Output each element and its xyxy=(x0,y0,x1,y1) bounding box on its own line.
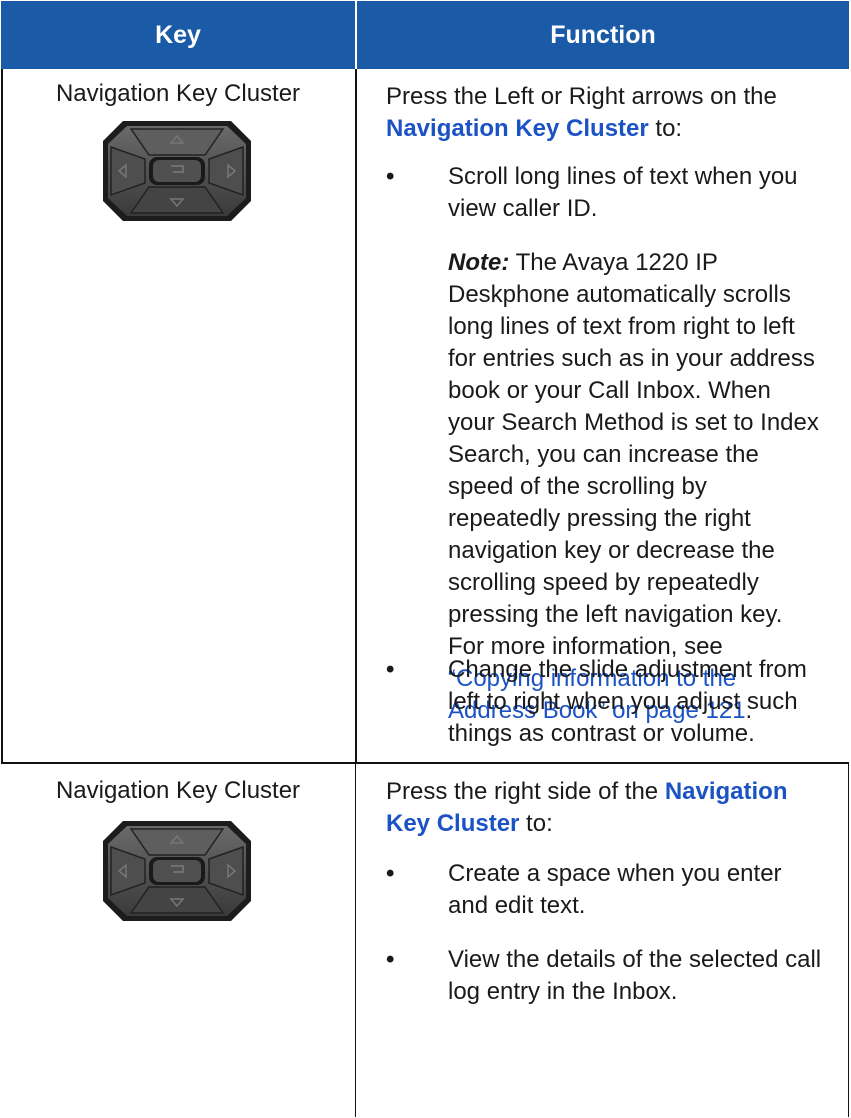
bullet-text-line: Create a space when you enter xyxy=(448,860,782,887)
note-line: book or your Call Inbox. When xyxy=(448,377,771,404)
key-function-table: Key Function Navigation Key Cluster Pres… xyxy=(1,1,849,1117)
column-divider-row2 xyxy=(355,764,356,1117)
left-border xyxy=(1,69,3,763)
bullet-text-line: Change the slide adjustment from xyxy=(448,656,807,683)
key-cluster-link[interactable]: Key Cluster xyxy=(386,810,519,837)
bullet-text-line: log entry in the Inbox. xyxy=(448,978,678,1005)
note-line: scrolling speed by repeatedly xyxy=(448,569,759,596)
bullet-text-line: things as contrast or volume. xyxy=(448,720,755,747)
header-key: Key xyxy=(1,1,355,69)
row2-intro: Press the right side of the Navigation K… xyxy=(386,776,841,840)
note-label: Note: xyxy=(448,249,510,276)
note-line: your Search Method is set to Index xyxy=(448,409,819,436)
row1-intro: Press the Left or Right arrows on the Na… xyxy=(386,81,836,145)
row2-intro-suffix: to: xyxy=(519,810,553,837)
note-line: The Avaya 1220 IP xyxy=(515,249,718,276)
note-line: navigation key or decrease the xyxy=(448,537,775,564)
note-line: long lines of text from right to left xyxy=(448,313,795,340)
note-line: Deskphone automatically scrolls xyxy=(448,281,791,308)
row1-intro-text: Press the Left or Right arrows on the xyxy=(386,83,777,110)
bullet-text-line: view caller ID. xyxy=(448,195,598,222)
bullet-icon: • xyxy=(386,860,395,887)
note-line: for entries such as in your address xyxy=(448,345,815,372)
navigation-link[interactable]: Navigation xyxy=(665,778,788,805)
bullet-text-line: left to right when you adjust such xyxy=(448,688,798,715)
bullet-icon: • xyxy=(386,946,395,973)
bullet-text-line: Scroll long lines of text when you xyxy=(448,163,798,190)
bullet-icon: • xyxy=(386,163,395,190)
note-line: pressing the left navigation key. xyxy=(448,601,783,628)
row2-bullet-2: • View the details of the selected call … xyxy=(386,944,841,1008)
right-border-row2 xyxy=(848,764,849,1117)
column-divider-row1 xyxy=(355,69,357,763)
row1-key-label: Navigation Key Cluster xyxy=(55,80,301,107)
note-line: repeatedly pressing the right xyxy=(448,505,751,532)
row1-intro-suffix: to: xyxy=(648,115,683,142)
header-function-label: Function xyxy=(550,20,656,49)
row1-bullet-2: • Change the slide adjustment from left … xyxy=(386,654,836,750)
note-line: Search, you can increase the xyxy=(448,441,759,468)
navigation-key-cluster-icon xyxy=(101,119,253,228)
row2-key-label: Navigation Key Cluster xyxy=(55,777,301,804)
header-function: Function xyxy=(357,1,849,69)
bullet-icon: • xyxy=(386,656,395,683)
note-line: speed of the scrolling by xyxy=(448,473,707,500)
bullet-text-line: and edit text. xyxy=(448,892,586,919)
row1-bullet-1: • Scroll long lines of text when you vie… xyxy=(386,161,836,225)
row-divider xyxy=(1,762,849,764)
row2-intro-text: Press the right side of the xyxy=(386,778,665,805)
row2-bullet-1: • Create a space when you enter and edit… xyxy=(386,858,841,922)
navigation-key-cluster-icon xyxy=(101,819,253,928)
navigation-key-cluster-link[interactable]: Navigation Key Cluster xyxy=(386,115,649,142)
bullet-text-line: View the details of the selected call xyxy=(448,946,822,973)
header-key-label: Key xyxy=(155,20,201,49)
